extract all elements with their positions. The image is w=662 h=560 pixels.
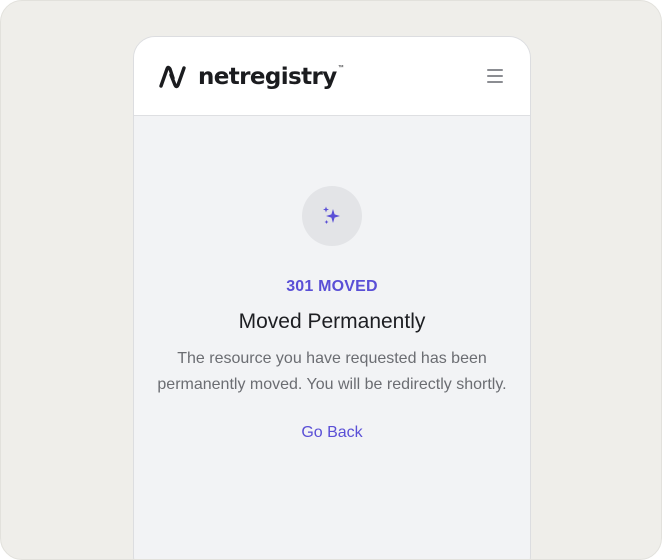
hamburger-menu-icon[interactable] bbox=[486, 67, 506, 85]
outer-frame: netregistry ™ 301 MOVED Moved Permanently bbox=[0, 0, 662, 560]
error-content: 301 MOVED Moved Permanently The resource… bbox=[134, 186, 530, 442]
status-code: 301 MOVED bbox=[286, 278, 378, 295]
status-icon-badge bbox=[302, 186, 362, 246]
netregistry-logo[interactable]: netregistry ™ bbox=[158, 63, 344, 91]
trademark-symbol: ™ bbox=[337, 65, 344, 71]
sparkles-icon bbox=[323, 206, 340, 224]
brand-name: netregistry bbox=[198, 63, 337, 90]
netregistry-logo-icon bbox=[159, 65, 186, 89]
site-header: netregistry ™ bbox=[134, 37, 530, 116]
error-message: The resource you have requested has been… bbox=[157, 350, 507, 393]
go-back-link[interactable]: Go Back bbox=[301, 424, 362, 442]
mobile-viewport: netregistry ™ 301 MOVED Moved Permanently bbox=[133, 36, 531, 559]
page-title: Moved Permanently bbox=[238, 310, 426, 333]
